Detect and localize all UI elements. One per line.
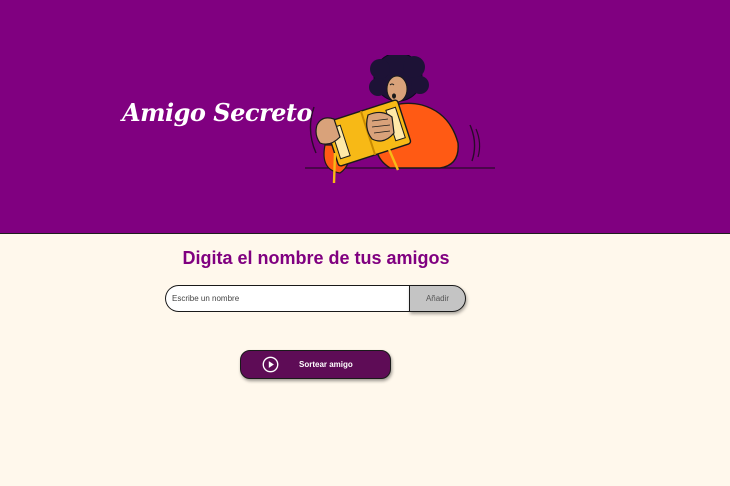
section-heading: Digita el nombre de tus amigos: [182, 248, 450, 268]
add-friend-form: Añadir: [165, 285, 467, 313]
draw-button-label: Sortear amigo: [299, 360, 353, 369]
name-input[interactable]: [165, 285, 411, 312]
add-button[interactable]: Añadir: [409, 285, 466, 312]
page-title: Amigo Secreto: [122, 98, 313, 127]
person-holding-gift-illustration: [305, 55, 495, 184]
draw-friend-button[interactable]: Sortear amigo: [240, 350, 391, 379]
header-banner: Amigo Secreto: [0, 0, 730, 234]
play-icon: [262, 356, 279, 373]
